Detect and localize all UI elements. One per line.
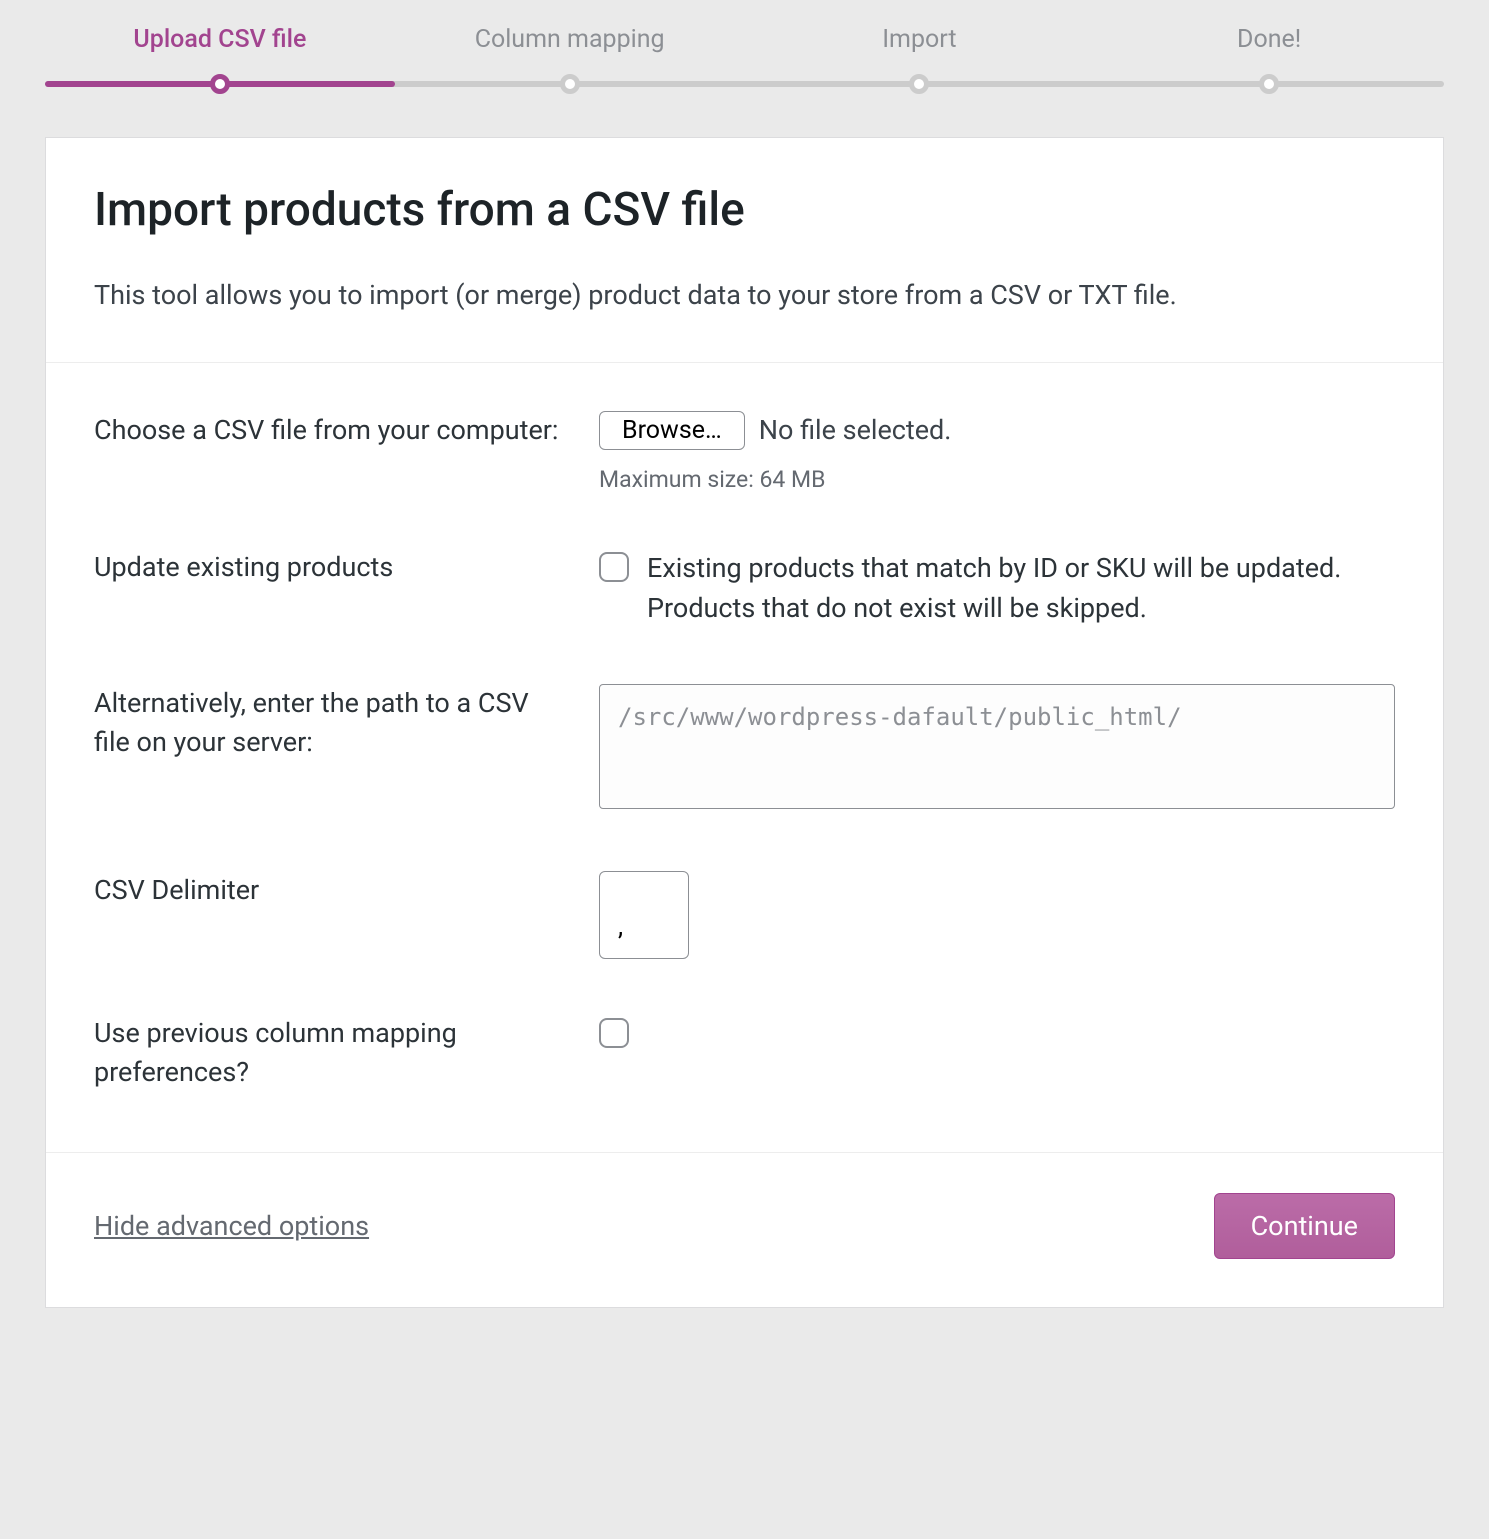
progress-dot-2 — [560, 74, 580, 94]
row-delimiter: CSV Delimiter — [94, 871, 1395, 959]
panel-body: Choose a CSV file from your computer: Br… — [46, 363, 1443, 1153]
continue-button[interactable]: Continue — [1214, 1193, 1395, 1259]
row-update-existing: Update existing products Existing produc… — [94, 548, 1395, 629]
progress-dot-4 — [1259, 74, 1279, 94]
browse-button[interactable]: Browse… — [599, 411, 745, 450]
panel-header: Import products from a CSV file This too… — [46, 138, 1443, 363]
row-use-previous: Use previous column mapping preferences? — [94, 1014, 1395, 1092]
no-file-text: No file selected. — [759, 414, 952, 446]
page-title: Import products from a CSV file — [94, 183, 1395, 237]
server-path-input[interactable] — [599, 684, 1395, 809]
choose-file-label: Choose a CSV file from your computer: — [94, 411, 599, 450]
progress-dot-3 — [909, 74, 929, 94]
row-choose-file: Choose a CSV file from your computer: Br… — [94, 411, 1395, 493]
delimiter-label: CSV Delimiter — [94, 871, 599, 910]
use-previous-label: Use previous column mapping preferences? — [94, 1014, 599, 1092]
progress-dot-1 — [210, 74, 230, 94]
panel-footer: Hide advanced options Continue — [46, 1153, 1443, 1307]
server-path-label: Alternatively, enter the path to a CSV f… — [94, 684, 599, 762]
update-existing-checkbox[interactable] — [599, 552, 629, 582]
update-existing-desc: Existing products that match by ID or SK… — [647, 548, 1395, 629]
page-description: This tool allows you to import (or merge… — [94, 275, 1395, 317]
update-existing-label: Update existing products — [94, 548, 599, 587]
progress-steps: Upload CSV file Column mapping Import Do… — [45, 25, 1444, 89]
max-size-text: Maximum size: 64 MB — [599, 466, 1395, 493]
delimiter-input[interactable] — [599, 871, 689, 959]
use-previous-checkbox[interactable] — [599, 1018, 629, 1048]
toggle-advanced-link[interactable]: Hide advanced options — [94, 1210, 369, 1242]
progress-bar — [45, 81, 1444, 87]
row-server-path: Alternatively, enter the path to a CSV f… — [94, 684, 1395, 816]
import-panel: Import products from a CSV file This too… — [45, 137, 1444, 1308]
